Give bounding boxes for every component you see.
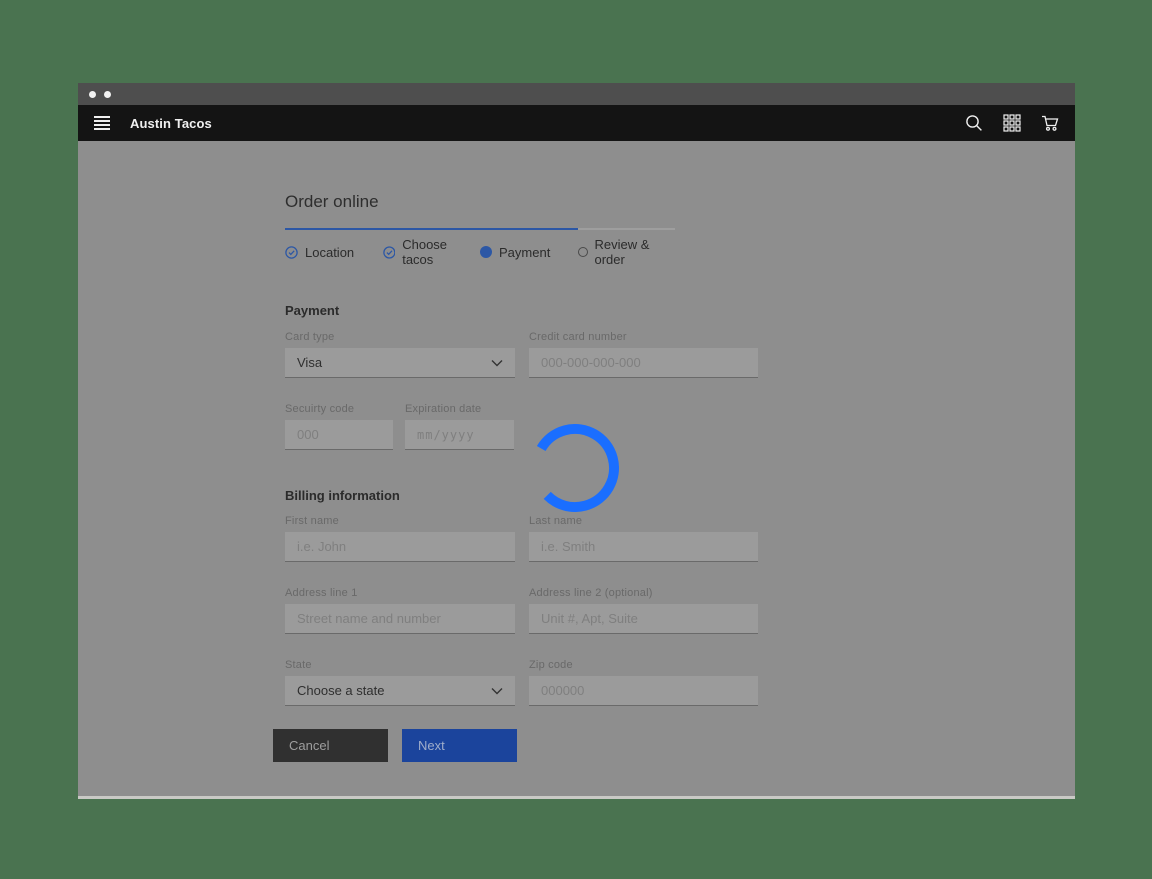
last-name-label: Last name	[529, 515, 758, 527]
card-type-value: Visa	[297, 355, 322, 370]
page-content: Order online Location Choose tacos	[78, 141, 1075, 796]
step-review-order[interactable]: Review & order	[578, 228, 676, 267]
address-line1-label: Address line 1	[285, 587, 515, 599]
step-label: Review & order	[595, 237, 676, 267]
address-line2-input[interactable]	[529, 604, 758, 634]
step-label: Choose tacos	[402, 237, 480, 267]
current-step-dot-icon	[480, 246, 492, 258]
zip-code-label: Zip code	[529, 659, 758, 671]
check-circle-icon	[285, 246, 298, 259]
step-choose-tacos[interactable]: Choose tacos	[383, 228, 481, 267]
security-code-input[interactable]	[285, 420, 393, 450]
last-name-input[interactable]	[529, 532, 758, 562]
check-circle-icon	[383, 246, 396, 259]
zip-code-input[interactable]	[529, 676, 758, 706]
chevron-down-icon	[491, 687, 503, 695]
first-name-input[interactable]	[285, 532, 515, 562]
hamburger-icon	[93, 115, 111, 131]
card-type-label: Card type	[285, 331, 515, 343]
grid-icon	[1003, 114, 1021, 132]
search-icon	[965, 114, 983, 132]
expiration-date-input[interactable]	[405, 420, 514, 450]
card-number-label: Credit card number	[529, 331, 758, 343]
window-control-dot[interactable]	[89, 91, 96, 98]
first-name-label: First name	[285, 515, 515, 527]
upcoming-step-circle-icon	[578, 247, 588, 257]
cart-button[interactable]	[1036, 109, 1064, 137]
payment-section-heading: Payment	[285, 303, 760, 318]
next-button[interactable]: Next	[402, 729, 517, 762]
window-titlebar[interactable]	[78, 83, 1075, 105]
state-select[interactable]: Choose a state	[285, 676, 515, 706]
search-button[interactable]	[960, 109, 988, 137]
address-line1-input[interactable]	[285, 604, 515, 634]
app-header: Austin Tacos	[78, 105, 1075, 141]
menu-button[interactable]	[88, 109, 116, 137]
app-title: Austin Tacos	[130, 116, 212, 131]
state-label: State	[285, 659, 515, 671]
app-window: Austin Tacos Order online	[78, 83, 1075, 799]
step-location[interactable]: Location	[285, 228, 383, 267]
address-line2-label: Address line 2 (optional)	[529, 587, 758, 599]
step-payment[interactable]: Payment	[480, 228, 578, 267]
cart-icon	[1041, 114, 1060, 132]
window-control-dot[interactable]	[104, 91, 111, 98]
card-number-input[interactable]	[529, 348, 758, 378]
state-value: Choose a state	[297, 683, 384, 698]
form-actions: Cancel Next	[273, 729, 760, 762]
security-code-label: Secuirty code	[285, 403, 393, 415]
loading-spinner-icon	[531, 424, 619, 512]
cancel-button[interactable]: Cancel	[273, 729, 388, 762]
step-label: Payment	[499, 245, 550, 260]
card-type-select[interactable]: Visa	[285, 348, 515, 378]
page-title: Order online	[285, 192, 760, 212]
progress-indicator: Location Choose tacos Payment Review & o…	[285, 228, 760, 267]
billing-section-heading: Billing information	[285, 488, 760, 503]
apps-button[interactable]	[998, 109, 1026, 137]
chevron-down-icon	[491, 359, 503, 367]
expiration-date-label: Expiration date	[405, 403, 514, 415]
step-label: Location	[305, 245, 354, 260]
